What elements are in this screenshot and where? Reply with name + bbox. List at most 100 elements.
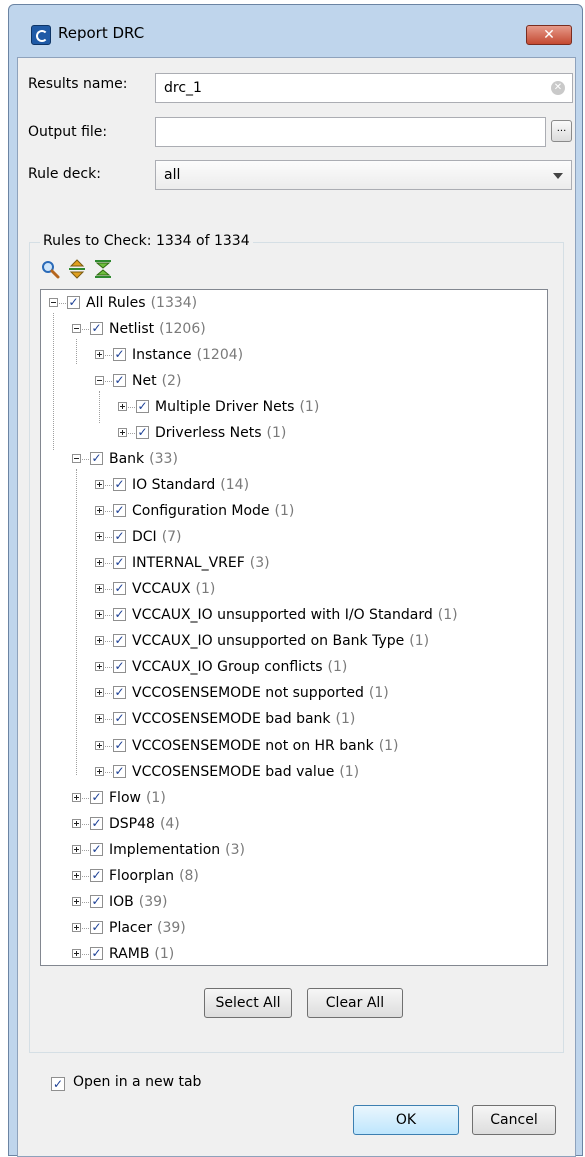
expand-toggle-icon[interactable] — [72, 792, 81, 802]
rule-name: VCCAUX_IO unsupported on Bank Type — [132, 633, 405, 650]
rule-checkbox[interactable]: ✓ — [90, 790, 103, 804]
collapse-toggle-icon[interactable] — [49, 298, 58, 307]
tree-node-label: Instance (1204) — [132, 345, 243, 365]
expand-toggle-icon[interactable] — [118, 402, 127, 412]
rule-count: (1) — [409, 633, 430, 650]
expand-toggle-icon[interactable] — [95, 506, 104, 516]
rule-checkbox[interactable]: ✓ — [113, 582, 126, 596]
tree-node-label: Implementation (3) — [109, 840, 245, 860]
cancel-button[interactable]: Cancel — [472, 1105, 556, 1135]
select-all-button[interactable]: Select All — [204, 988, 292, 1018]
expand-toggle-icon[interactable] — [72, 922, 81, 932]
ok-button[interactable]: OK — [353, 1105, 459, 1135]
rule-checkbox[interactable]: ✓ — [90, 452, 103, 466]
rule-checkbox[interactable]: ✓ — [136, 400, 149, 414]
rule-checkbox[interactable]: ✓ — [113, 348, 126, 362]
expand-toggle-icon[interactable] — [95, 584, 104, 594]
rule-checkbox[interactable]: ✓ — [113, 504, 126, 518]
expand-toggle-icon[interactable] — [95, 350, 104, 360]
expand-toggle-icon[interactable] — [118, 428, 127, 438]
expand-toggle-icon[interactable] — [72, 896, 81, 906]
expand-toggle-icon[interactable] — [72, 870, 81, 880]
app-icon — [31, 25, 51, 45]
rule-checkbox[interactable]: ✓ — [136, 426, 149, 440]
rule-checkbox[interactable]: ✓ — [90, 946, 103, 960]
rule-count: (1334) — [150, 295, 198, 311]
search-icon[interactable] — [40, 259, 60, 279]
rule-count: (1) — [335, 711, 356, 728]
rule-checkbox[interactable]: ✓ — [90, 920, 103, 934]
rule-checkbox[interactable]: ✓ — [113, 608, 126, 622]
rule-checkbox[interactable]: ✓ — [113, 478, 126, 492]
expand-toggle-icon[interactable] — [95, 610, 104, 620]
browse-button[interactable]: ... — [551, 120, 572, 142]
rule-name: VCCAUX_IO Group conflicts — [132, 659, 323, 676]
expand-toggle-icon[interactable] — [72, 948, 81, 958]
dialog-title: Report DRC — [58, 24, 145, 42]
expand-toggle-icon[interactable] — [95, 558, 104, 568]
rule-count: (4) — [159, 815, 180, 832]
expand-toggle-icon[interactable] — [72, 818, 81, 828]
expand-toggle-icon[interactable] — [95, 766, 104, 776]
expand-toggle-icon[interactable] — [95, 740, 104, 750]
rule-name: INTERNAL_VREF — [132, 555, 245, 572]
collapse-all-icon[interactable] — [93, 259, 113, 279]
collapse-toggle-icon[interactable] — [72, 454, 81, 464]
rule-count: (1) — [274, 503, 295, 520]
rule-name: Configuration Mode — [132, 503, 270, 520]
close-button[interactable]: ✕ — [526, 25, 572, 45]
rule-checkbox[interactable]: ✓ — [113, 530, 126, 544]
tree-node-label: RAMB (1) — [109, 944, 174, 964]
rule-checkbox[interactable]: ✓ — [113, 556, 126, 570]
tree-node-label: Configuration Mode (1) — [132, 501, 294, 521]
rule-count: (39) — [156, 919, 186, 936]
expand-toggle-icon[interactable] — [95, 480, 104, 490]
rule-count: (14) — [220, 477, 250, 494]
rule-checkbox[interactable]: ✓ — [113, 712, 126, 726]
rules-tree[interactable]: ✓ All Rules (1334) ✓ Netlist (1206) ✓ Instance(… — [40, 289, 548, 966]
rule-count: (3) — [225, 841, 246, 858]
tree-node-label: Netlist (1206) — [109, 319, 206, 339]
collapse-toggle-icon[interactable] — [95, 376, 104, 386]
rule-count: (8) — [179, 867, 199, 884]
rule-name: All Rules — [86, 295, 146, 311]
rule-name: VCCAUX_IO unsupported with I/O Standard — [132, 607, 433, 624]
expand-toggle-icon[interactable] — [72, 844, 81, 854]
rule-checkbox[interactable]: ✓ — [113, 660, 126, 674]
clear-all-button[interactable]: Clear All — [307, 988, 403, 1018]
rule-checkbox[interactable]: ✓ — [113, 634, 126, 648]
rule-name: VCCAUX — [132, 581, 191, 598]
rule-checkbox[interactable]: ✓ — [90, 894, 103, 908]
rule-name: IO Standard — [132, 477, 216, 494]
rule-checkbox[interactable]: ✓ — [90, 816, 103, 830]
rule-checkbox[interactable]: ✓ — [90, 868, 103, 882]
rule-checkbox[interactable]: ✓ — [113, 686, 126, 700]
expand-toggle-icon[interactable] — [95, 662, 104, 672]
rule-deck-select[interactable]: all — [155, 160, 572, 190]
rule-checkbox[interactable]: ✓ — [113, 374, 126, 388]
rule-name: VCCOSENSEMODE bad bank — [132, 711, 331, 728]
rule-checkbox[interactable]: ✓ — [113, 738, 126, 752]
open-new-tab-checkbox[interactable]: ✓ — [51, 1077, 65, 1091]
tree-node-label: Floorplan (8) — [109, 866, 199, 886]
rule-name: Flow — [109, 789, 141, 806]
expand-toggle-icon[interactable] — [95, 714, 104, 724]
expand-toggle-icon[interactable] — [95, 532, 104, 542]
tree-node-label: VCCAUX (1) — [132, 579, 215, 599]
clear-input-icon[interactable]: ✕ — [551, 81, 565, 95]
rules-to-check-group: Rules to Check: 1334 of 1334 ✓ All Rules… — [29, 233, 564, 1053]
output-file-input[interactable] — [155, 117, 546, 147]
title-bar[interactable]: Report DRC ✕ — [9, 5, 582, 57]
rule-count: (1204) — [196, 347, 244, 364]
results-name-input[interactable]: drc_1 ✕ — [155, 73, 573, 103]
rule-checkbox[interactable]: ✓ — [113, 764, 126, 778]
expand-toggle-icon[interactable] — [95, 688, 104, 698]
collapse-toggle-icon[interactable] — [72, 324, 81, 334]
rule-checkbox[interactable]: ✓ — [67, 296, 80, 309]
rule-checkbox[interactable]: ✓ — [90, 322, 103, 336]
expand-all-icon[interactable] — [67, 259, 87, 279]
rule-count: (3) — [249, 555, 270, 572]
rule-checkbox[interactable]: ✓ — [90, 842, 103, 856]
rule-name: Multiple Driver Nets — [155, 399, 295, 416]
expand-toggle-icon[interactable] — [95, 636, 104, 646]
